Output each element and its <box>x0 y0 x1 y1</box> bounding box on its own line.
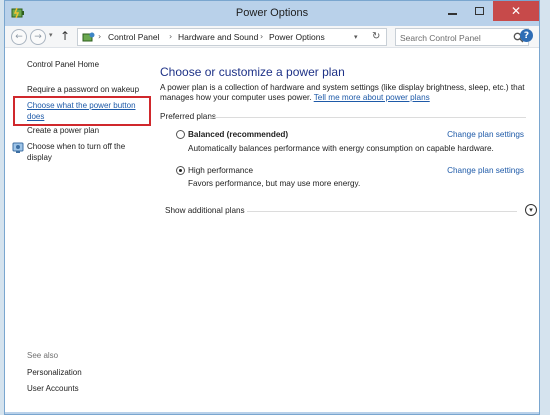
arrow-left-icon: ← <box>15 32 23 42</box>
show-additional-plans-label[interactable]: Show additional plans <box>165 206 245 215</box>
sidebar-item-create-plan[interactable]: Create a power plan <box>27 126 99 135</box>
breadcrumb-hardware-and-sound[interactable]: Hardware and Sound <box>178 32 258 42</box>
plan-description-high-performance: Favors performance, but may use more ene… <box>188 179 361 188</box>
change-plan-settings-high-performance[interactable]: Change plan settings <box>447 166 524 175</box>
page-description: A power plan is a collection of hardware… <box>160 83 530 103</box>
see-also-label: See also <box>27 351 59 360</box>
window-bottom-border <box>5 412 539 414</box>
maximize-icon <box>475 7 484 15</box>
preferred-plans-label: Preferred plans <box>160 112 216 121</box>
help-icon[interactable]: ? <box>520 29 533 42</box>
address-dropdown-icon[interactable]: ▾ <box>354 33 358 41</box>
up-button[interactable]: ↑ <box>60 29 70 43</box>
close-icon: ✕ <box>510 4 522 18</box>
breadcrumb-separator: › <box>169 32 173 41</box>
forward-button[interactable]: → <box>30 29 46 45</box>
breadcrumb-power-options[interactable]: Power Options <box>269 32 325 42</box>
title-bar[interactable]: Power Options ✕ <box>5 1 539 26</box>
sidebar-item-turn-off-display-line1[interactable]: Choose when to turn off the <box>27 142 125 151</box>
recent-locations-dropdown[interactable]: ▾ <box>49 31 53 39</box>
sidebar: Control Panel Home Require a password on… <box>5 49 155 414</box>
minimize-button[interactable] <box>439 1 466 21</box>
search-input[interactable] <box>400 31 510 44</box>
back-button[interactable]: ← <box>11 29 27 45</box>
plan-name-high-performance[interactable]: High performance <box>188 166 253 175</box>
sidebar-item-personalization[interactable]: Personalization <box>27 368 82 377</box>
refresh-icon[interactable]: ↻ <box>372 31 380 42</box>
plan-name-balanced[interactable]: Balanced (recommended) <box>188 130 288 139</box>
sidebar-item-power-button-line2[interactable]: does <box>27 112 44 121</box>
radio-high-performance[interactable] <box>176 166 185 175</box>
address-bar: ← → ▾ ↑ › Control Panel › Hardware and S… <box>5 26 539 48</box>
page-title: Choose or customize a power plan <box>160 65 345 79</box>
divider <box>210 117 526 118</box>
close-button[interactable]: ✕ <box>493 1 539 21</box>
divider <box>247 211 517 212</box>
sidebar-item-user-accounts[interactable]: User Accounts <box>27 384 79 393</box>
control-panel-icon <box>82 32 95 42</box>
plan-description-balanced: Automatically balances performance with … <box>188 144 494 153</box>
radio-balanced[interactable] <box>176 130 185 139</box>
breadcrumb-separator: › <box>98 32 102 41</box>
minimize-icon <box>448 13 457 15</box>
desktop-right-edge <box>540 0 550 415</box>
arrow-up-icon: ↑ <box>60 29 71 43</box>
arrow-right-icon: → <box>34 32 42 42</box>
sidebar-item-power-button-line1[interactable]: Choose what the power button <box>27 101 136 110</box>
change-plan-settings-balanced[interactable]: Change plan settings <box>447 130 524 139</box>
chevron-down-icon[interactable]: ▾ <box>525 204 537 216</box>
sidebar-item-require-password[interactable]: Require a password on wakeup <box>27 85 139 94</box>
window-controls: ✕ <box>439 1 539 21</box>
maximize-button[interactable] <box>466 1 493 21</box>
breadcrumb-separator: › <box>260 32 264 41</box>
power-options-window: Power Options ✕ ← → ▾ ↑ › Control Panel … <box>4 0 540 415</box>
sidebar-item-control-panel-home[interactable]: Control Panel Home <box>27 60 99 69</box>
tell-me-more-link[interactable]: Tell me more about power plans <box>314 93 430 102</box>
display-settings-icon <box>12 142 24 153</box>
main-content: Choose or customize a power plan A power… <box>155 49 539 414</box>
breadcrumb-control-panel[interactable]: Control Panel <box>108 32 160 42</box>
breadcrumb[interactable]: › Control Panel › Hardware and Sound › P… <box>77 28 387 46</box>
search-box[interactable] <box>395 28 529 46</box>
sidebar-item-turn-off-display-line2[interactable]: display <box>27 153 52 162</box>
